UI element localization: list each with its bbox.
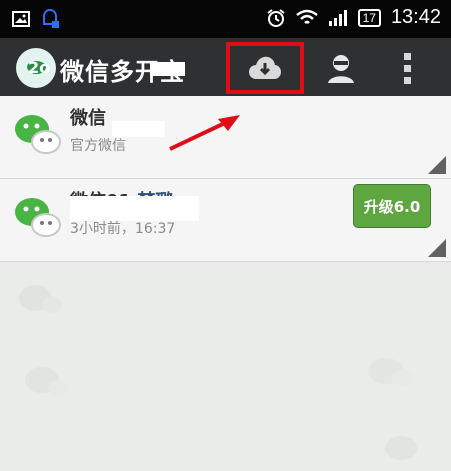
overflow-menu-button[interactable]: [398, 50, 418, 86]
signal-icon: [328, 9, 347, 26]
alarm-icon: [266, 8, 285, 27]
row-corner-indicator: [428, 156, 446, 174]
download-button[interactable]: [226, 42, 304, 94]
download-icon: [249, 56, 281, 79]
wechat-icon: [15, 198, 61, 237]
list-item[interactable]: 微信01 梦璐 3小时前，16:37 升级6.0: [0, 179, 451, 262]
list-item[interactable]: 微信 官方微信: [0, 96, 451, 179]
row-subtitle: 3小时前，16:37: [70, 221, 176, 237]
row-corner-indicator: [428, 239, 446, 257]
status-bar: 17 13:42: [0, 0, 451, 38]
wechat-icon: [15, 115, 61, 154]
account-button[interactable]: [324, 52, 358, 86]
subtitle-redaction: [70, 196, 199, 221]
wifi-icon: [295, 9, 318, 24]
title-redaction: [112, 121, 165, 137]
battery-level: 17: [357, 8, 381, 27]
clock: 13:42: [390, 6, 441, 28]
app-logo-icon: 2o: [16, 48, 56, 88]
app-bar: 2o 微信多开宝: [0, 38, 451, 96]
image-icon: [12, 11, 30, 27]
row-title: 微信: [70, 108, 106, 129]
notification-icon: [43, 8, 59, 28]
upgrade-button[interactable]: 升级6.0: [353, 184, 431, 228]
background-pattern: [19, 285, 417, 460]
svg-text:2o: 2o: [28, 58, 50, 77]
title-redaction: [150, 62, 185, 76]
row-subtitle: 官方微信: [70, 138, 126, 154]
